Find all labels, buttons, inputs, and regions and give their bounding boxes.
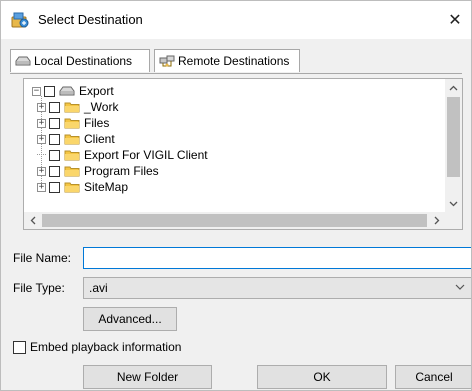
network-icon	[159, 55, 175, 67]
expand-toggle[interactable]: +	[37, 102, 46, 112]
destination-tree[interactable]: − Export + _Work + Files + Client Export…	[23, 78, 463, 230]
folder-icon	[64, 102, 80, 113]
tree-item-label: Export For VIGIL Client	[84, 148, 208, 162]
ok-button[interactable]: OK	[257, 365, 387, 389]
expand-toggle[interactable]: +	[37, 182, 46, 192]
expand-toggle[interactable]: +	[37, 118, 46, 128]
tree-row-work[interactable]: + _Work	[37, 99, 118, 115]
expand-toggle[interactable]: +	[37, 134, 46, 144]
folder-icon	[64, 182, 80, 193]
tree-checkbox[interactable]	[49, 117, 60, 129]
expand-toggle[interactable]: +	[37, 166, 46, 176]
scroll-left-button[interactable]	[24, 212, 41, 229]
horizontal-scrollbar[interactable]	[24, 212, 462, 229]
embed-playback-option[interactable]: Embed playback information	[13, 340, 181, 354]
scroll-up-button[interactable]	[445, 79, 462, 96]
chevron-right-icon	[434, 216, 439, 225]
embed-playback-label: Embed playback information	[30, 340, 182, 354]
select-destination-dialog: Select Destination ✕ Local Destinations …	[0, 0, 472, 391]
folder-icon	[64, 118, 80, 129]
tree-item-label: Client	[84, 132, 115, 146]
dialog-title: Select Destination	[38, 12, 143, 27]
tab-label: Local Destinations	[34, 54, 133, 68]
tree-connector	[37, 154, 46, 156]
tree-checkbox[interactable]	[49, 165, 60, 177]
vertical-scroll-thumb[interactable]	[447, 97, 460, 177]
scroll-down-button[interactable]	[445, 195, 462, 212]
tab-remote-destinations[interactable]: Remote Destinations	[154, 49, 300, 72]
tree-checkbox[interactable]	[49, 149, 60, 161]
file-name-input[interactable]	[83, 247, 471, 269]
tree-item-label: _Work	[84, 100, 119, 114]
tree-checkbox[interactable]	[44, 85, 55, 97]
advanced-button[interactable]: Advanced...	[83, 307, 177, 331]
horizontal-scroll-thumb[interactable]	[42, 214, 427, 227]
tree-checkbox[interactable]	[49, 101, 60, 113]
close-button[interactable]: ✕	[439, 1, 471, 39]
chevron-down-icon	[455, 284, 465, 290]
file-type-value: .avi	[89, 281, 108, 295]
folder-icon	[64, 166, 80, 177]
tree-row-sitemap[interactable]: + SiteMap	[37, 179, 128, 195]
tree-row-export-for-vigil-client[interactable]: Export For VIGIL Client	[37, 147, 208, 163]
tree-item-label: Files	[84, 116, 110, 130]
embed-playback-checkbox[interactable]	[13, 340, 26, 354]
close-icon: ✕	[448, 12, 462, 29]
chevron-up-icon	[449, 85, 458, 90]
app-icon	[11, 12, 29, 28]
vertical-scrollbar[interactable]	[445, 79, 462, 212]
tree-row-client[interactable]: + Client	[37, 131, 115, 147]
folder-icon	[64, 150, 80, 161]
tab-divider	[10, 73, 462, 74]
cancel-button[interactable]: Cancel	[395, 365, 471, 389]
scroll-corner	[445, 212, 462, 229]
tree-checkbox[interactable]	[49, 133, 60, 145]
chevron-left-icon	[30, 216, 35, 225]
collapse-toggle[interactable]: −	[32, 86, 41, 96]
file-name-label: File Name:	[13, 251, 72, 265]
tab-label: Remote Destinations	[178, 54, 290, 68]
tree-row-files[interactable]: + Files	[37, 115, 109, 131]
drive-icon	[59, 86, 75, 96]
title-bar: Select Destination ✕	[1, 1, 471, 39]
tree-item-label: Program Files	[84, 164, 159, 178]
tree-row-program-files[interactable]: + Program Files	[37, 163, 159, 179]
tree-checkbox[interactable]	[49, 181, 60, 193]
drive-icon	[15, 56, 31, 66]
tree-item-label: SiteMap	[84, 180, 129, 194]
scroll-right-button[interactable]	[428, 212, 445, 229]
chevron-down-icon	[449, 201, 458, 206]
new-folder-button[interactable]: New Folder	[83, 365, 212, 389]
file-type-label: File Type:	[13, 281, 65, 295]
tree-row-export[interactable]: − Export	[32, 83, 114, 99]
folder-icon	[64, 134, 80, 145]
file-type-select[interactable]: .avi	[83, 277, 471, 299]
tab-local-destinations[interactable]: Local Destinations	[10, 49, 150, 72]
tree-item-label: Export	[79, 84, 114, 98]
